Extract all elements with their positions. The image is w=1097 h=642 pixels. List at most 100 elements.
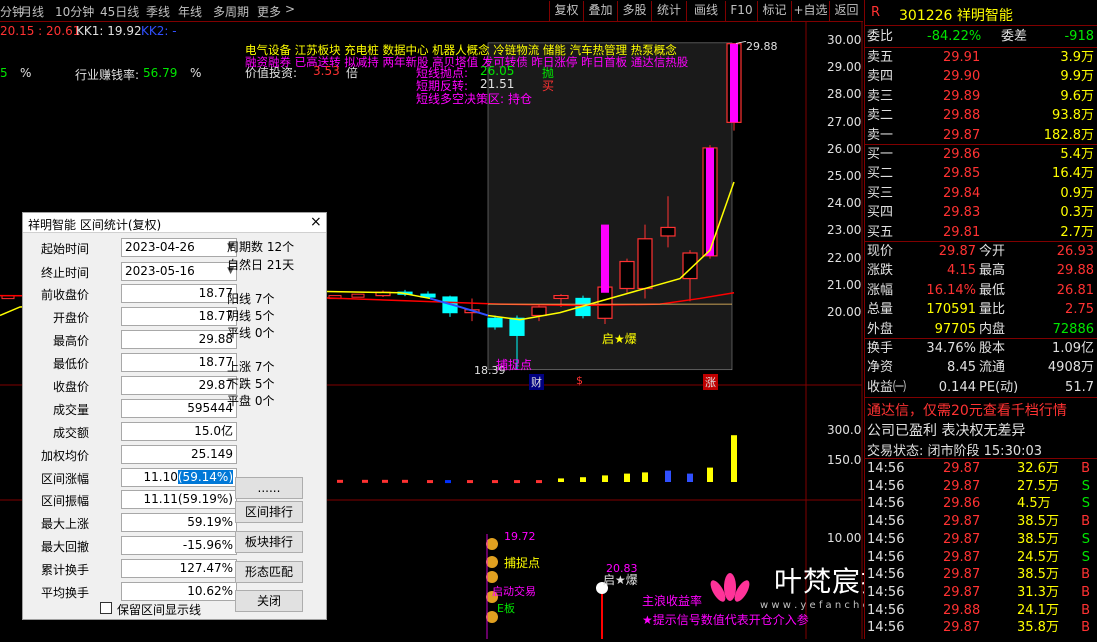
stats-label1: 现价 — [867, 244, 894, 259]
range-stats-dialog[interactable]: 祥明智能 区间统计(复权) × 起始时间 2023-04-26 ▼ 终止时间 2023-… — [22, 212, 327, 620]
volume-bar — [536, 480, 542, 484]
toolbar-btn-6[interactable]: 标记 — [757, 1, 791, 21]
toolbar-btn-2[interactable]: 多股 — [617, 1, 651, 21]
tick-row: 14:56 29.87 35.8万 B — [865, 619, 1097, 637]
value-invest-value: 3.53 — [313, 64, 340, 78]
keep-range-label: 保留区间显示线 — [117, 603, 202, 617]
price-tick: 23.00 — [827, 223, 862, 238]
lower-qibao: 启★爆 — [603, 573, 638, 587]
bids-vol: 16.4万 — [1052, 166, 1094, 182]
toolbar-btn-7[interactable]: +自选 — [791, 1, 829, 21]
price-tick: 26.00 — [827, 141, 862, 156]
dlg-value-6: 29.87 — [121, 376, 237, 395]
tick-price: 29.87 — [943, 620, 981, 636]
stats-value2: 29.88 — [1056, 263, 1094, 279]
price-tick: 29.00 — [827, 60, 862, 75]
toolbar-btn-0[interactable]: 复权 — [549, 1, 583, 21]
bids-price: 29.83 — [943, 205, 981, 221]
period-item-6[interactable]: 多周期 — [213, 3, 249, 20]
tick-price: 29.88 — [943, 602, 981, 618]
stats-value1: 170591 — [926, 302, 976, 318]
stats-label2: 最低 — [979, 282, 1006, 298]
tick-price: 29.87 — [943, 461, 981, 476]
dlg-button-4[interactable]: 关闭 — [235, 590, 303, 612]
tick-time: 14:56 — [867, 584, 905, 600]
stats-row-1: 涨跌 4.15 最高 29.88 — [865, 262, 1097, 280]
tick-side: B — [1081, 584, 1090, 600]
bids-row-4: 买五 29.81 2.7万 — [865, 224, 1097, 242]
toolbar-btn-8[interactable]: 返回 — [829, 1, 863, 21]
dlg-value-2: 18.77 — [121, 284, 237, 303]
ma-values: 20.15 : 20.61 — [0, 24, 81, 38]
volume-bar — [602, 475, 608, 482]
tag-cai[interactable]: 财 — [529, 374, 544, 390]
short-sell-value: 26.05 — [480, 64, 515, 78]
price-tick: 28.00 — [827, 87, 862, 102]
dlg-button-1[interactable]: 区间排行 — [235, 501, 303, 523]
period-item-5[interactable]: 年线 — [178, 3, 202, 20]
asks-label: 卖三 — [867, 88, 894, 104]
tag-zhang[interactable]: 涨 — [703, 374, 718, 390]
bids-label: 买五 — [867, 224, 894, 240]
bids-label: 买二 — [867, 166, 894, 182]
period-item-1[interactable]: 月线 — [20, 3, 44, 20]
stats-label2: 内盘 — [979, 321, 1006, 337]
volume-tick: 300.0 — [827, 423, 862, 437]
dialog-close-icon[interactable]: × — [310, 214, 322, 230]
high-price-label: 29.88 — [746, 40, 778, 53]
volume-bar — [687, 473, 693, 482]
bids-vol: 5.4万 — [1060, 147, 1094, 162]
volume-bar — [467, 480, 473, 484]
dlg-value-text-12: 59.19% — [187, 515, 233, 529]
toolbar-btn-3[interactable]: 统计 — [651, 1, 686, 21]
dlg-button-2[interactable]: 板块排行 — [235, 531, 303, 553]
dlg-stat-flat: 平线 0个 — [227, 326, 275, 340]
period-item-2[interactable]: 10分钟 — [55, 3, 94, 20]
stats2-value2: 51.7 — [1065, 379, 1094, 395]
toolbar-btn-1[interactable]: 叠加 — [583, 1, 617, 21]
toolbar-btn-5[interactable]: F10 — [725, 1, 757, 21]
period-item-7[interactable]: 更多 — [257, 3, 281, 20]
strategy-label: 短线多空决策区: — [416, 92, 505, 106]
toolbar-btn-4[interactable]: 画线 — [686, 1, 725, 21]
tick-time: 14:56 — [867, 514, 905, 530]
asks-row-3: 卖二 29.88 93.8万 — [865, 107, 1097, 125]
tick-price: 29.87 — [943, 567, 981, 583]
dlg-value-0[interactable]: 2023-04-26 ▼ — [121, 238, 237, 257]
asks-label: 卖四 — [867, 69, 894, 85]
period-item-4[interactable]: 季线 — [146, 3, 170, 20]
asks-price: 29.87 — [943, 127, 981, 143]
dlg-value-15: 10.62% — [121, 582, 237, 601]
stats2-value2: 1.09亿 — [1052, 341, 1094, 356]
dlg-stat-natural_days: 自然日 21天 — [227, 258, 295, 272]
more-chevron-icon[interactable]: > — [285, 2, 295, 16]
dlg-label-5: 最低价 — [52, 357, 89, 371]
candle-body — [351, 293, 365, 298]
asks-vol: 9.9万 — [1060, 69, 1094, 85]
bids-vol: 2.7万 — [1060, 224, 1094, 240]
stats-label1: 涨跌 — [867, 263, 894, 279]
stats-row-0: 现价 29.87 今开 26.93 — [865, 243, 1097, 261]
dlg-value-1[interactable]: 2023-05-16 ▼ — [121, 262, 237, 281]
volume-bar — [707, 467, 713, 482]
stats-label1: 外盘 — [867, 321, 894, 337]
asks-price: 29.89 — [943, 88, 981, 104]
stats-label1: 涨幅 — [867, 282, 894, 298]
tick-vol: 38.5万 — [1017, 567, 1059, 583]
ad-link[interactable]: 通达信，仅需20元查看千档行情 — [867, 400, 1067, 420]
dialog-titlebar[interactable]: 祥明智能 区间统计(复权) × — [23, 213, 326, 233]
dlg-value-text-8: 15.0亿 — [194, 424, 233, 438]
dlg-button-0[interactable]: ...... — [235, 477, 303, 499]
period-item-3[interactable]: 45日线 — [100, 3, 139, 20]
tag-dollar[interactable]: $ — [576, 374, 583, 387]
tick-side: S — [1081, 549, 1090, 565]
stats-value2: 72886 — [1052, 321, 1094, 337]
stats-row-2: 涨幅 16.14% 最低 26.81 — [865, 282, 1097, 300]
stats-value1: 97705 — [934, 321, 976, 337]
weicha-value: -918 — [1064, 29, 1094, 44]
keep-range-checkbox[interactable] — [100, 602, 112, 614]
dlg-button-3[interactable]: 形态匹配 — [235, 561, 303, 583]
pct-a-unit: % — [20, 66, 32, 80]
bids-label: 买四 — [867, 205, 894, 221]
bids-row-1: 买二 29.85 16.4万 — [865, 165, 1097, 183]
